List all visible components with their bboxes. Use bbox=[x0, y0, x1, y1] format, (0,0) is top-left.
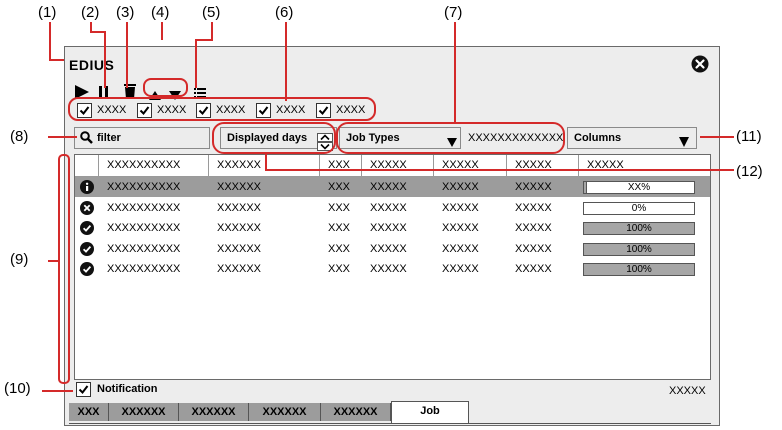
callout-lines bbox=[42, 22, 734, 392]
